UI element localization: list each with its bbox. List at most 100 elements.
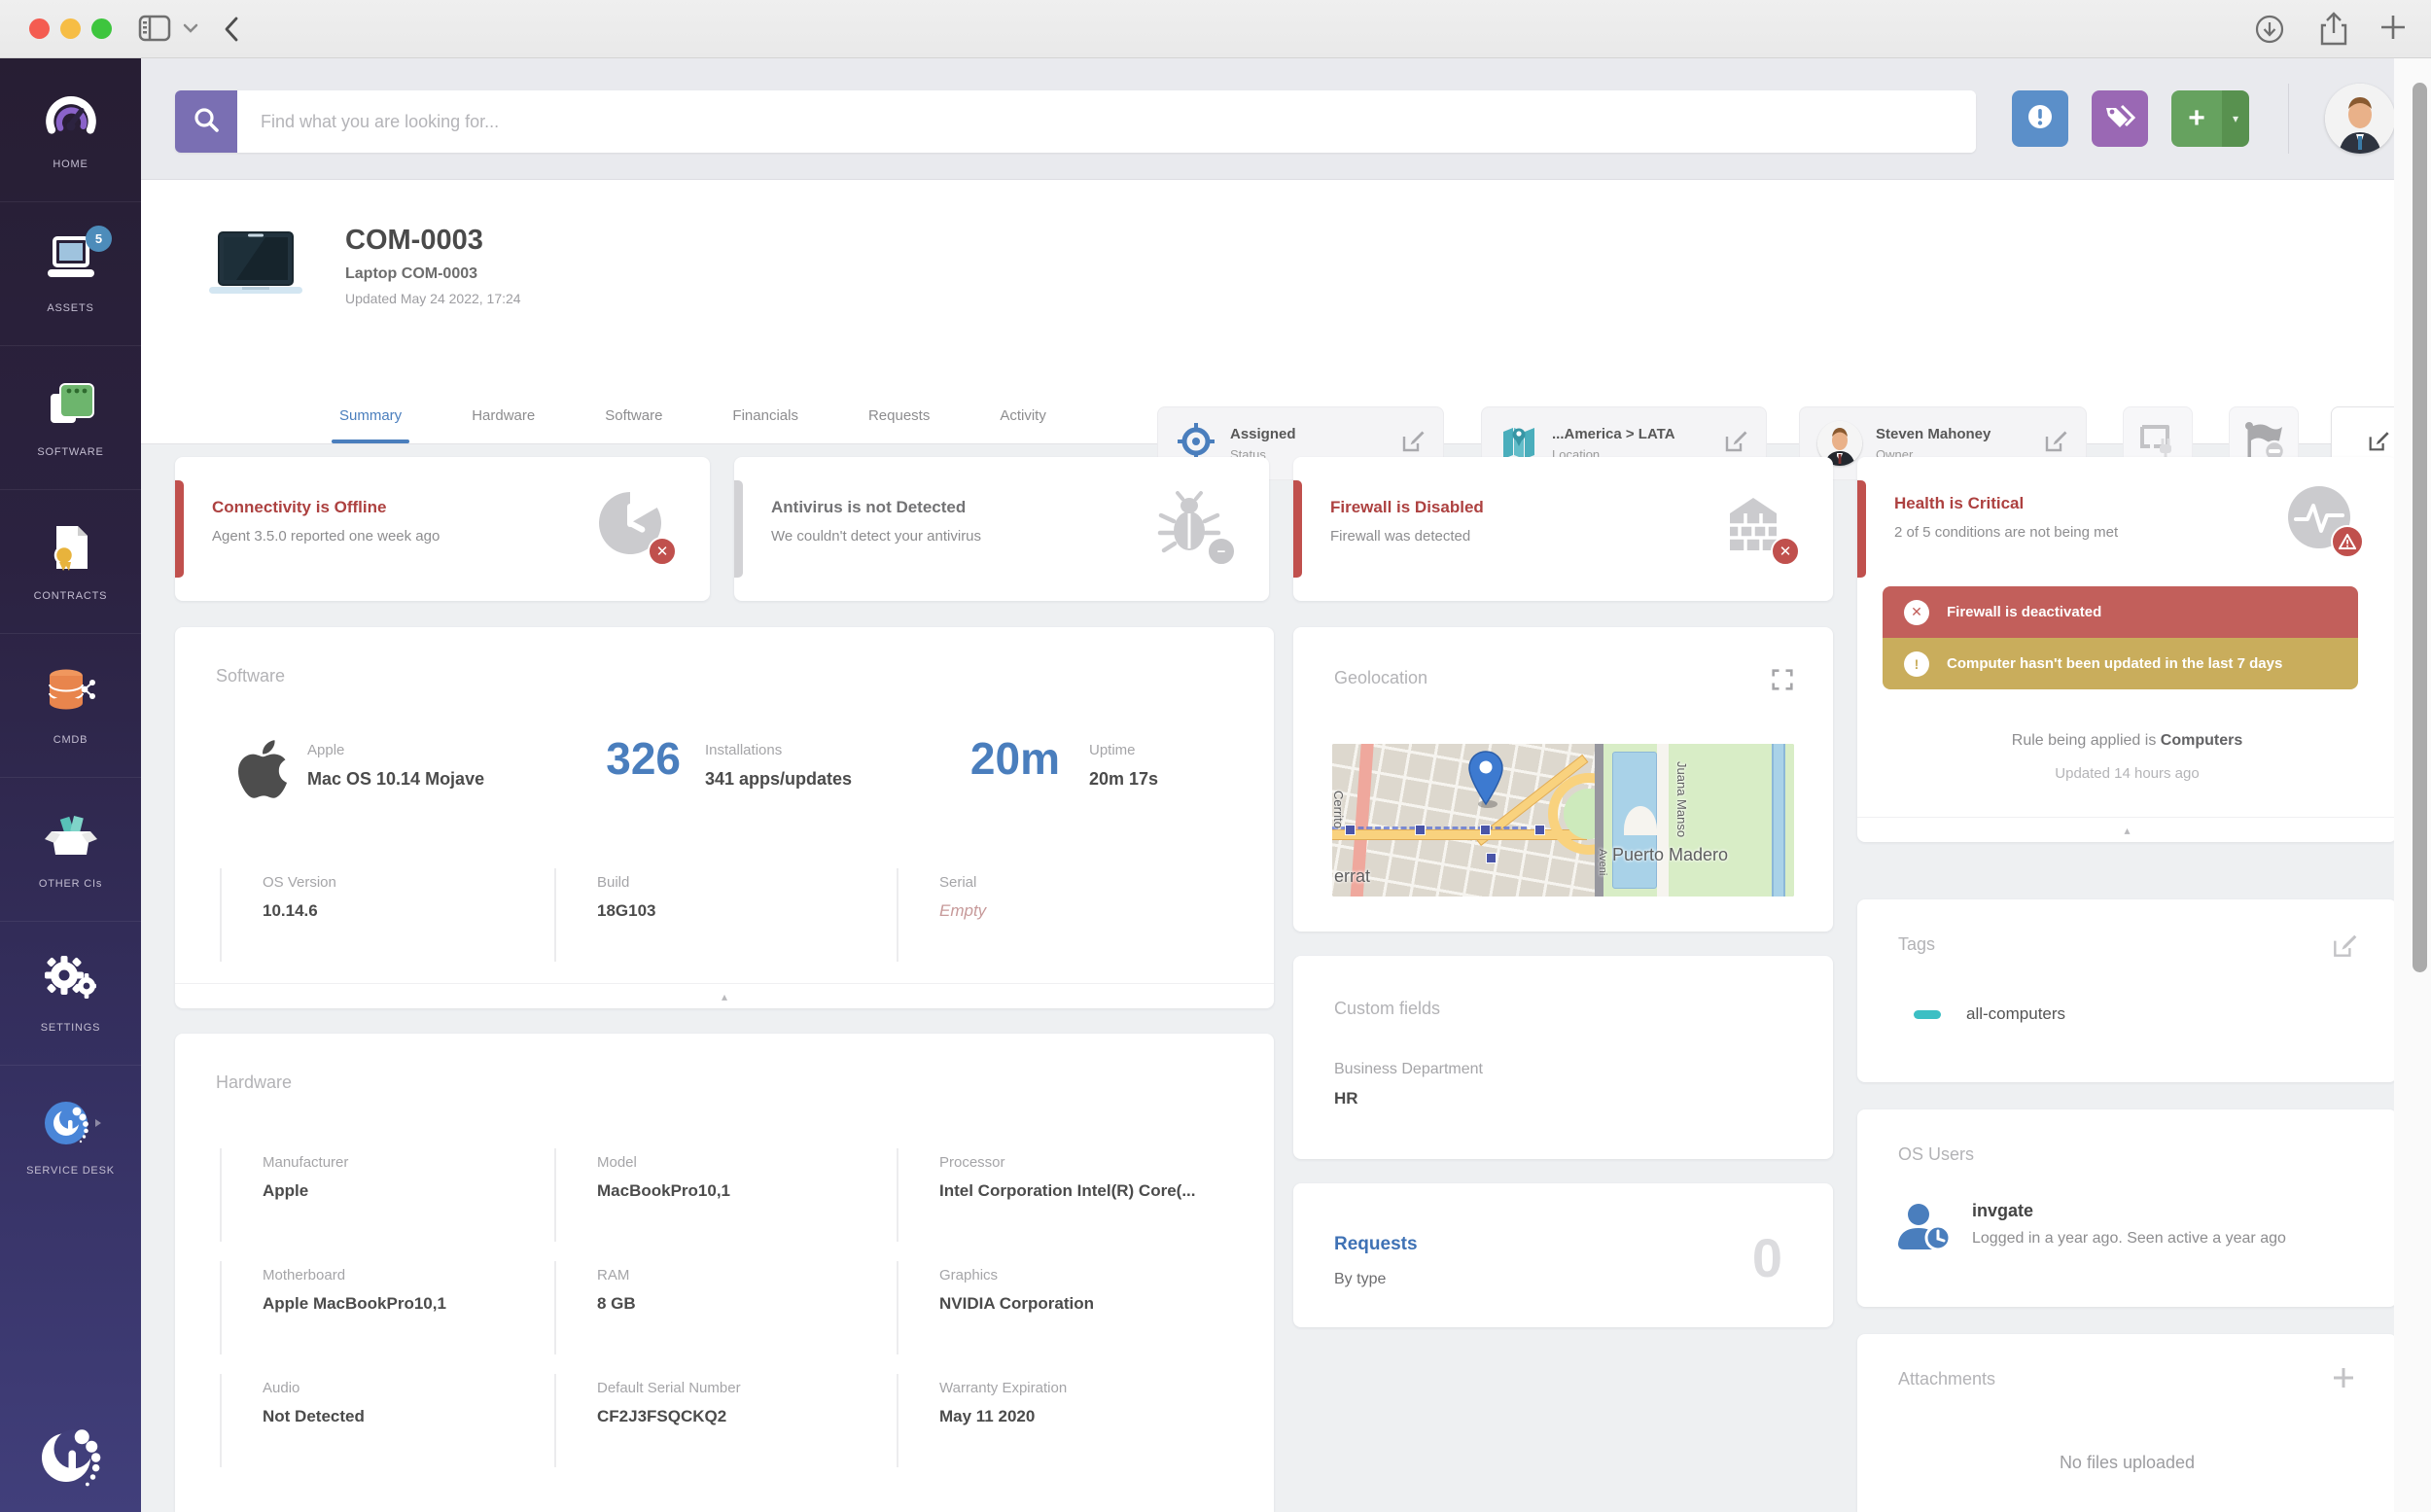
tags-title: Tags <box>1898 934 1936 954</box>
sidebar-item-label: CONTRACTS <box>33 589 108 602</box>
field-label: Model <box>597 1154 637 1171</box>
severity-bar <box>1857 480 1866 578</box>
tab-hardware[interactable]: Hardware <box>468 392 539 443</box>
uptime-sub: 20m 17s <box>1089 769 1159 789</box>
asset-header: COM-0003 Laptop COM-0003 Updated May 24 … <box>141 180 2431 480</box>
software-field: OS Version 10.14.6 <box>220 868 554 962</box>
tab-activity[interactable]: Activity <box>996 392 1050 443</box>
vendor-label: Apple <box>307 742 345 758</box>
geolocation-map[interactable]: Cerrito errat Puerto Madero Juana Manso … <box>1332 744 1794 897</box>
hardware-field: RAM 8 GB <box>554 1261 897 1354</box>
expand-icon[interactable] <box>1769 666 1796 698</box>
os-users-title: OS Users <box>1898 1144 1975 1164</box>
tab-software[interactable]: Software <box>601 392 666 443</box>
field-label: OS Version <box>263 874 336 891</box>
tags-button[interactable] <box>2092 90 2148 147</box>
map-promenade <box>1657 744 1669 897</box>
tab-requests[interactable]: Requests <box>864 392 934 443</box>
edit-status-icon[interactable] <box>1400 429 1426 459</box>
tab-financials[interactable]: Financials <box>728 392 802 443</box>
sidebar-item-label: HOME <box>53 158 88 170</box>
search-input[interactable] <box>237 90 1976 153</box>
edit-tags-icon[interactable] <box>2331 932 2358 965</box>
attachments-panel: Attachments No files uploaded <box>1857 1334 2397 1512</box>
contracts-document-icon <box>43 522 99 578</box>
sidebar-item-label: ASSETS <box>47 301 94 314</box>
field-value: CF2J3FSQCKQ2 <box>597 1407 727 1425</box>
sidebar-item-cmdb[interactable]: CMDB <box>0 634 141 778</box>
collapse-arrow-icon[interactable]: ▴ <box>175 983 1274 1008</box>
hardware-panel: Hardware Manufacturer Apple Model MacBookP… <box>175 1034 1274 1512</box>
firewall-wall-icon: ✕ <box>1720 490 1800 566</box>
sidebar-item-service-desk[interactable]: SERVICE DESK <box>0 1066 141 1210</box>
owner-value: Steven Mahoney <box>1876 425 1991 442</box>
tag-item[interactable]: all-computers <box>1914 1004 2065 1024</box>
map-station-marker <box>1486 853 1497 863</box>
location-value: ...America > LATA <box>1552 425 1675 442</box>
health-banner-error: ✕ Firewall is deactivated <box>1883 586 2358 638</box>
new-tab-icon[interactable] <box>2378 13 2408 47</box>
os-user-name: invgate <box>1972 1201 2034 1220</box>
sidebar-item-label: SERVICE DESK <box>26 1165 115 1177</box>
installations-count: 326 <box>606 733 681 784</box>
sidebar-item-software[interactable]: SOFTWARE <box>0 346 141 490</box>
back-icon[interactable] <box>222 15 241 49</box>
plus-icon: + <box>2171 90 2222 147</box>
field-value: NVIDIA Corporation <box>939 1294 1094 1313</box>
settings-gears-icon <box>43 954 99 1009</box>
sidebar-item-settings[interactable]: SETTINGS <box>0 922 141 1066</box>
sidebar-item-label: CMDB <box>53 733 88 746</box>
share-icon[interactable] <box>2318 12 2349 52</box>
minimize-window-button[interactable] <box>60 18 81 39</box>
add-attachment-icon[interactable] <box>2331 1365 2356 1395</box>
map-pin-icon <box>1466 750 1505 815</box>
sidebar-item-label: SETTINGS <box>40 1021 101 1034</box>
rule-name: Computers <box>2160 732 2243 749</box>
software-panel: Software Apple Mac OS 10.14 Mojave 326 I… <box>175 627 1274 1008</box>
field-value: May 11 2020 <box>939 1407 1036 1425</box>
requests-panel: Requests By type 0 <box>1293 1183 1833 1327</box>
close-window-button[interactable] <box>29 18 50 39</box>
add-asset-button[interactable]: + ▾ <box>2171 90 2249 147</box>
asset-id: COM-0003 <box>345 225 483 256</box>
download-icon[interactable] <box>2254 14 2285 50</box>
map-metro-line <box>1332 826 1527 829</box>
edit-owner-icon[interactable] <box>2043 429 2068 459</box>
alert-card-antivirus: Antivirus is not Detected We couldn't de… <box>734 457 1269 601</box>
custom-fields-title: Custom fields <box>1334 999 1441 1018</box>
tab-summary[interactable]: Summary <box>331 392 410 443</box>
search-button[interactable] <box>175 90 237 153</box>
health-updated: Updated 14 hours ago <box>2055 765 2200 782</box>
sidebar-item-assets[interactable]: 5 ASSETS <box>0 202 141 346</box>
field-label: Default Serial Number <box>597 1380 741 1396</box>
alert-card-firewall: Firewall is Disabled Firewall was detect… <box>1293 457 1833 601</box>
chevron-down-icon[interactable] <box>183 21 198 39</box>
sidebar-item-other-cis[interactable]: OTHER CIs <box>0 778 141 922</box>
asset-name: Laptop COM-0003 <box>345 265 478 282</box>
os-user-info: Logged in a year ago. Seen active a year… <box>1972 1230 2286 1247</box>
sidebar-item-contracts[interactable]: CONTRACTS <box>0 490 141 634</box>
attachments-title: Attachments <box>1898 1369 1996 1389</box>
edit-location-icon[interactable] <box>1723 429 1748 459</box>
installations-sub: 341 apps/updates <box>705 769 853 789</box>
severity-bar <box>1293 480 1302 578</box>
requests-link[interactable]: Requests <box>1334 1234 1418 1255</box>
zoom-window-button[interactable] <box>91 18 112 39</box>
user-avatar[interactable] <box>2325 84 2395 154</box>
sidebar-item-label: SOFTWARE <box>37 445 104 458</box>
map-station-marker <box>1415 825 1426 835</box>
hardware-field: Graphics NVIDIA Corporation <box>897 1261 1235 1354</box>
health-rule: Rule being applied is Computers <box>1857 732 2397 750</box>
geolocation-title: Geolocation <box>1334 668 1428 687</box>
health-pulse-icon <box>2284 482 2364 558</box>
scrollbar-thumb[interactable] <box>2413 83 2427 972</box>
installations-label: Installations <box>705 742 783 758</box>
severity-bar <box>734 480 743 578</box>
invgate-logo <box>0 1421 141 1494</box>
collapse-arrow-icon[interactable]: ▴ <box>1857 817 2397 842</box>
hardware-field: Audio Not Detected <box>220 1374 554 1467</box>
sidebar-toggle-icon[interactable] <box>138 14 171 48</box>
sidebar-item-home[interactable]: HOME <box>0 58 141 202</box>
field-label: RAM <box>597 1267 630 1283</box>
info-button[interactable] <box>2012 90 2068 147</box>
